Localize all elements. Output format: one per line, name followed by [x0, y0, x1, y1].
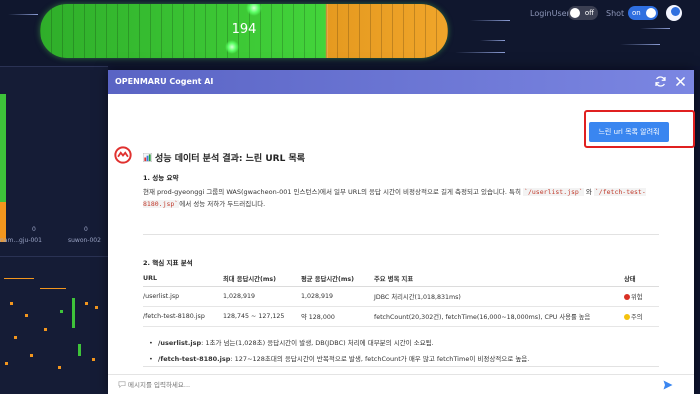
summary-text: 와 [583, 188, 594, 196]
divider [143, 234, 659, 235]
scatter-dot [10, 302, 13, 305]
gauge-value: 194 [231, 22, 257, 37]
cell-bottleneck: JDBC 처리시간(1,018,831ms) [374, 286, 624, 307]
scatter-dot [4, 278, 34, 279]
cell-avg: 약 128,000 [301, 306, 374, 327]
toggle-knob [646, 8, 656, 18]
list-item: /userlist.jsp: 1초가 넘는(1,028초) 응답시간이 발생, … [149, 335, 658, 351]
shot-label: Shot [606, 9, 625, 18]
summary-text: 에서 성능 저하가 두드러집니다. [179, 200, 266, 208]
toggle-knob [570, 8, 580, 18]
shot-toggle[interactable]: on [628, 6, 658, 20]
table-header-row: URL 최대 응답시간(ms) 평균 응답시간(ms) 주요 병목 지표 상태 [143, 272, 659, 287]
background-panels: 0 0 nam...gju-001 suwon-002 [0, 66, 108, 394]
slow-url-table: URL 최대 응답시간(ms) 평균 응답시간(ms) 주요 병목 지표 상태 … [143, 272, 659, 327]
chat-icon [118, 381, 126, 388]
table-row: /fetch-test-8180.jsp 128,745 ~ 127,125 약… [143, 306, 659, 327]
column-header: 평균 응답시간(ms) [301, 272, 374, 287]
cell-status: 위험 [624, 286, 659, 307]
cell-status: 주의 [624, 306, 659, 327]
panel-divider [0, 66, 108, 67]
divider [143, 366, 659, 367]
decor-streak [455, 52, 505, 53]
scatter-dot [95, 306, 98, 309]
chat-content: 느린 url 목록 알려줘 성능 데이터 분석 결과: 느린 URL 목록 1.… [108, 94, 695, 374]
status-warning-icon [624, 313, 630, 320]
panel-bar [0, 202, 6, 242]
refresh-icon[interactable] [654, 75, 667, 88]
column-header: URL [143, 272, 223, 287]
close-icon[interactable] [674, 75, 687, 88]
scatter-dot [85, 302, 88, 305]
gauge-orb [246, 4, 262, 16]
scatter-dot [40, 288, 66, 289]
status-text: 주의 [631, 313, 643, 321]
panel-bar [0, 94, 6, 202]
scatter-dot [30, 354, 33, 357]
cell-url: /userlist.jsp [143, 286, 223, 307]
panel-server-name: suwon-002 [68, 237, 101, 244]
app-window: 194 LoginUser off Shot on 0 0 nam...gju-… [0, 0, 700, 394]
moon-icon[interactable] [666, 5, 682, 21]
toggle-text: on [632, 9, 641, 17]
scatter-dot [92, 358, 95, 361]
status-danger-icon [624, 293, 630, 300]
panel-value: 0 [32, 226, 36, 233]
scatter-dot [78, 344, 81, 356]
bullet-text: : 1초가 넘는(1,028초) 응답시간이 발생, DB(JDBC) 처리에 … [201, 339, 434, 347]
dialog-header: OPENMARU Cogent AI [108, 70, 694, 94]
login-user-label: LoginUser [530, 9, 570, 18]
list-item: /fetch-test-8180.jsp: 127~128초대의 응답시간이 반… [149, 351, 658, 367]
column-header: 상태 [624, 272, 659, 287]
scatter-dot [14, 336, 17, 339]
cell-max: 128,745 ~ 127,125 [223, 306, 301, 327]
gauge-orb [225, 40, 239, 54]
cell-max: 1,028,919 [223, 286, 301, 307]
chat-input[interactable] [128, 378, 648, 392]
scatter-dot [44, 328, 47, 331]
panel-server-name: nam...gju-001 [0, 237, 42, 244]
summary-text: 현재 prod-gyeonggi 그룹의 WAS(gwacheon-001 인스… [143, 188, 524, 196]
scatter-dot [72, 298, 75, 328]
active-service-gauge[interactable]: 194 [40, 4, 448, 58]
decor-streak [8, 14, 38, 15]
section-heading: 1. 성능 요약 [143, 174, 179, 182]
cell-bottleneck: fetchCount(20,302건), fetchTime(16,000~18… [374, 306, 624, 327]
inline-code: `/userlist.jsp` [523, 188, 584, 196]
decor-streak [470, 20, 510, 21]
bullet-url: /fetch-test-8180.jsp [158, 355, 231, 363]
decor-streak [480, 40, 505, 41]
status-text: 위험 [631, 293, 643, 301]
chart-icon [143, 153, 152, 162]
bullet-text: : 127~128초대의 응답시간이 반복적으로 발생, fetchCount가… [230, 355, 530, 363]
scatter-dot [60, 310, 63, 313]
scatter-dot [58, 366, 61, 369]
login-user-toggle[interactable]: off [568, 6, 598, 20]
panel-divider [0, 256, 108, 257]
analysis-bullets: /userlist.jsp: 1초가 넘는(1,028초) 응답시간이 발생, … [149, 335, 658, 367]
column-header: 주요 병목 지표 [374, 272, 624, 287]
chat-input-bar [108, 374, 694, 394]
dialog-title: OPENMARU Cogent AI [115, 77, 214, 86]
cell-avg: 1,028,919 [301, 286, 374, 307]
result-heading: 성능 데이터 분석 결과: 느린 URL 목록 [143, 151, 305, 164]
summary-paragraph: 현재 prod-gyeonggi 그룹의 WAS(gwacheon-001 인스… [143, 186, 663, 210]
toggle-text: off [584, 9, 594, 17]
scatter-dot [25, 314, 28, 317]
decor-streak [620, 44, 660, 45]
cell-url: /fetch-test-8180.jsp [143, 306, 223, 327]
section-heading: 2. 핵심 지표 분석 [143, 259, 193, 267]
column-header: 최대 응답시간(ms) [223, 272, 301, 287]
scatter-dot [5, 362, 8, 365]
highlight-box [584, 110, 695, 148]
decor-streak [640, 28, 670, 29]
table-row: /userlist.jsp 1,028,919 1,028,919 JDBC 처… [143, 286, 659, 307]
result-title-text: 성능 데이터 분석 결과: 느린 URL 목록 [155, 154, 306, 164]
dashboard-header: 194 LoginUser off Shot on [0, 0, 700, 66]
panel-value: 0 [84, 226, 88, 233]
ai-assistant-dialog: OPENMARU Cogent AI 느린 url 목록 알려줘 성능 데이터 … [108, 70, 695, 394]
ai-logo-icon [114, 146, 132, 164]
send-icon[interactable] [663, 380, 673, 390]
bullet-url: /userlist.jsp [158, 339, 202, 347]
